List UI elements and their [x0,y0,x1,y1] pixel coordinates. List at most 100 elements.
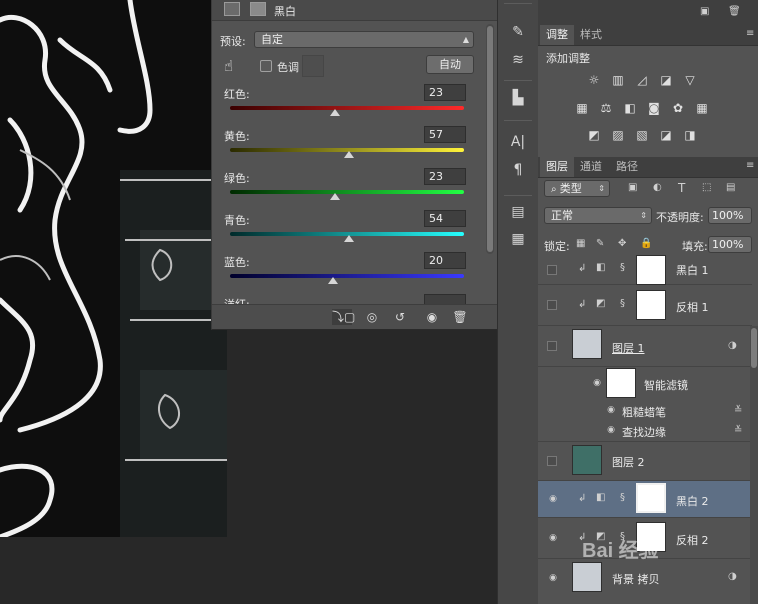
clone-source-icon[interactable]: ▙ [508,88,528,108]
blend-options-icon[interactable]: ≚ [734,425,742,436]
visibility-eye-icon[interactable]: ◉ [422,309,442,325]
filter-type-icon[interactable]: T [678,181,685,195]
slider-value-field[interactable]: 57 [424,126,466,143]
slider-thumb[interactable] [344,151,355,158]
lock-position-icon[interactable]: ✥ [618,238,626,249]
layer-row-background-copy[interactable]: ◉ 背景 拷贝 ◑ [538,559,752,604]
filter-kind-select[interactable]: ⌕ 类型 ⇕ [544,180,610,197]
brush-icon[interactable]: ≋ [508,50,528,70]
color-lookup-icon[interactable]: ▦ [694,100,710,116]
layer-thumbnail [572,445,602,475]
smart-filters-row[interactable]: ◉ 智能滤镜 [538,367,752,400]
tint-color-swatch[interactable] [302,55,324,77]
vibrance-icon[interactable]: ▽ [682,72,698,88]
panel-menu-icon[interactable]: ≡ [746,28,754,39]
properties-panel-icon[interactable]: ▤ [508,202,528,222]
properties-scrollbar[interactable] [486,24,494,254]
visibility-eye-icon[interactable]: ◉ [548,533,558,543]
reset-icon[interactable]: ↺ [390,309,410,325]
view-previous-icon[interactable]: ◎ [362,309,382,325]
visibility-eye-icon[interactable]: ◉ [548,494,558,504]
brush-presets-icon[interactable]: ✎ [508,22,528,42]
hand-target-icon[interactable]: ☝ [224,57,233,75]
opacity-field[interactable]: 100% [708,207,752,224]
lock-transparent-icon[interactable]: ▦ [576,238,585,249]
fill-field[interactable]: 100% [708,236,752,253]
new-icon[interactable]: ▣ [700,6,709,17]
black-white-icon[interactable]: ◧ [622,100,638,116]
invert-icon[interactable]: ◩ [586,127,602,143]
clip-to-layer-icon[interactable]: ⤵▢ [332,309,355,325]
lock-all-icon[interactable]: 🔒 [640,238,652,249]
exposure-icon[interactable]: ◪ [658,72,674,88]
preset-select[interactable]: 自定 ▲ [254,31,474,48]
channel-mixer-icon[interactable]: ✿ [670,100,686,116]
photo-filter-icon[interactable]: ◙ [646,100,662,116]
tab-layers[interactable]: 图层 [540,157,574,177]
filter-kind-value: 类型 [559,182,582,195]
panel-menu-icon[interactable]: ≡ [746,160,754,171]
tint-checkbox[interactable] [260,60,272,72]
blend-options-icon[interactable]: ≚ [734,405,742,416]
visibility-eye-icon[interactable]: ◉ [606,405,616,415]
visibility-toggle[interactable] [547,341,557,351]
color-balance-icon[interactable]: ⚖ [598,100,614,116]
slider-track[interactable] [230,190,464,194]
tab-adjustments[interactable]: 调整 [540,25,574,45]
slider-track[interactable] [230,274,464,278]
visibility-eye-icon[interactable]: ◉ [606,425,616,435]
threshold-icon[interactable]: ▧ [634,127,650,143]
brightness-icon[interactable]: ☼ [586,72,602,88]
layer-row-layer-1[interactable]: 图层 1 ◑ [538,326,752,367]
slider-track[interactable] [230,106,464,110]
filter-pixel-icon[interactable]: ▣ [628,182,637,193]
slider-value-field[interactable]: 23 [424,84,466,101]
slider-thumb[interactable] [330,193,341,200]
slider-value-field[interactable]: 54 [424,210,466,227]
layer-row-layer-2[interactable]: 图层 2 [538,442,752,481]
properties-header: 黑白 [212,0,498,21]
layer-row-black-white-2[interactable]: ◉ ↲ ◧ § 黑白 2 [538,481,752,518]
visibility-toggle[interactable] [547,456,557,466]
levels-icon[interactable]: ▥ [610,72,626,88]
preset-label: 预设: [220,35,246,48]
notes-icon[interactable]: ▦ [508,229,528,249]
trash-icon[interactable]: 🗑 [728,6,741,17]
hue-saturation-icon[interactable]: ▦ [574,100,590,116]
slider-value-field[interactable]: 20 [424,252,466,269]
layer-row-black-white-1[interactable]: ↲ ◧ § 黑白 1 [538,255,752,285]
visibility-toggle[interactable] [547,300,557,310]
paragraph-icon[interactable]: ¶ [508,160,528,180]
filter-row-find-edges[interactable]: ◉ 查找边缘 ≚ [538,420,752,442]
smart-filter-badge-icon[interactable]: ◑ [728,340,737,351]
posterize-icon[interactable]: ▨ [610,127,626,143]
visibility-toggle[interactable] [547,265,557,275]
trash-icon[interactable]: 🗑 [450,309,470,325]
visibility-eye-icon[interactable]: ◉ [548,573,558,583]
slider-thumb[interactable] [327,277,338,284]
tab-channels[interactable]: 通道 [574,157,608,177]
auto-button[interactable]: 自动 [426,55,474,74]
document-canvas[interactable] [0,0,227,537]
curves-icon[interactable]: ◿ [634,72,650,88]
filter-shape-icon[interactable]: ⬚ [702,182,711,193]
tab-styles[interactable]: 样式 [574,25,608,45]
adjustment-layer-icon[interactable] [224,2,240,16]
slider-thumb[interactable] [344,235,355,242]
filter-adjustment-icon[interactable]: ◐ [653,182,662,193]
filter-smart-object-icon[interactable]: ▤ [726,182,735,193]
gradient-map-icon[interactable]: ◪ [658,127,674,143]
slider-thumb[interactable] [330,109,341,116]
smart-filter-badge-icon[interactable]: ◑ [728,571,737,582]
blend-mode-select[interactable]: 正常 ⇕ [544,207,652,224]
mask-icon[interactable] [250,2,266,16]
layer-row-invert-1[interactable]: ↲ ◩ § 反相 1 [538,285,752,326]
filter-row-rough-pastels[interactable]: ◉ 粗糙蜡笔 ≚ [538,401,752,420]
selective-color-icon[interactable]: ◨ [682,127,698,143]
tab-paths[interactable]: 路径 [610,157,644,177]
layers-scrollbar[interactable] [750,326,758,604]
lock-pixels-icon[interactable]: ✎ [596,238,604,249]
character-icon[interactable]: A| [508,132,528,152]
slider-value-field[interactable]: 23 [424,168,466,185]
visibility-eye-icon[interactable]: ◉ [592,378,602,388]
